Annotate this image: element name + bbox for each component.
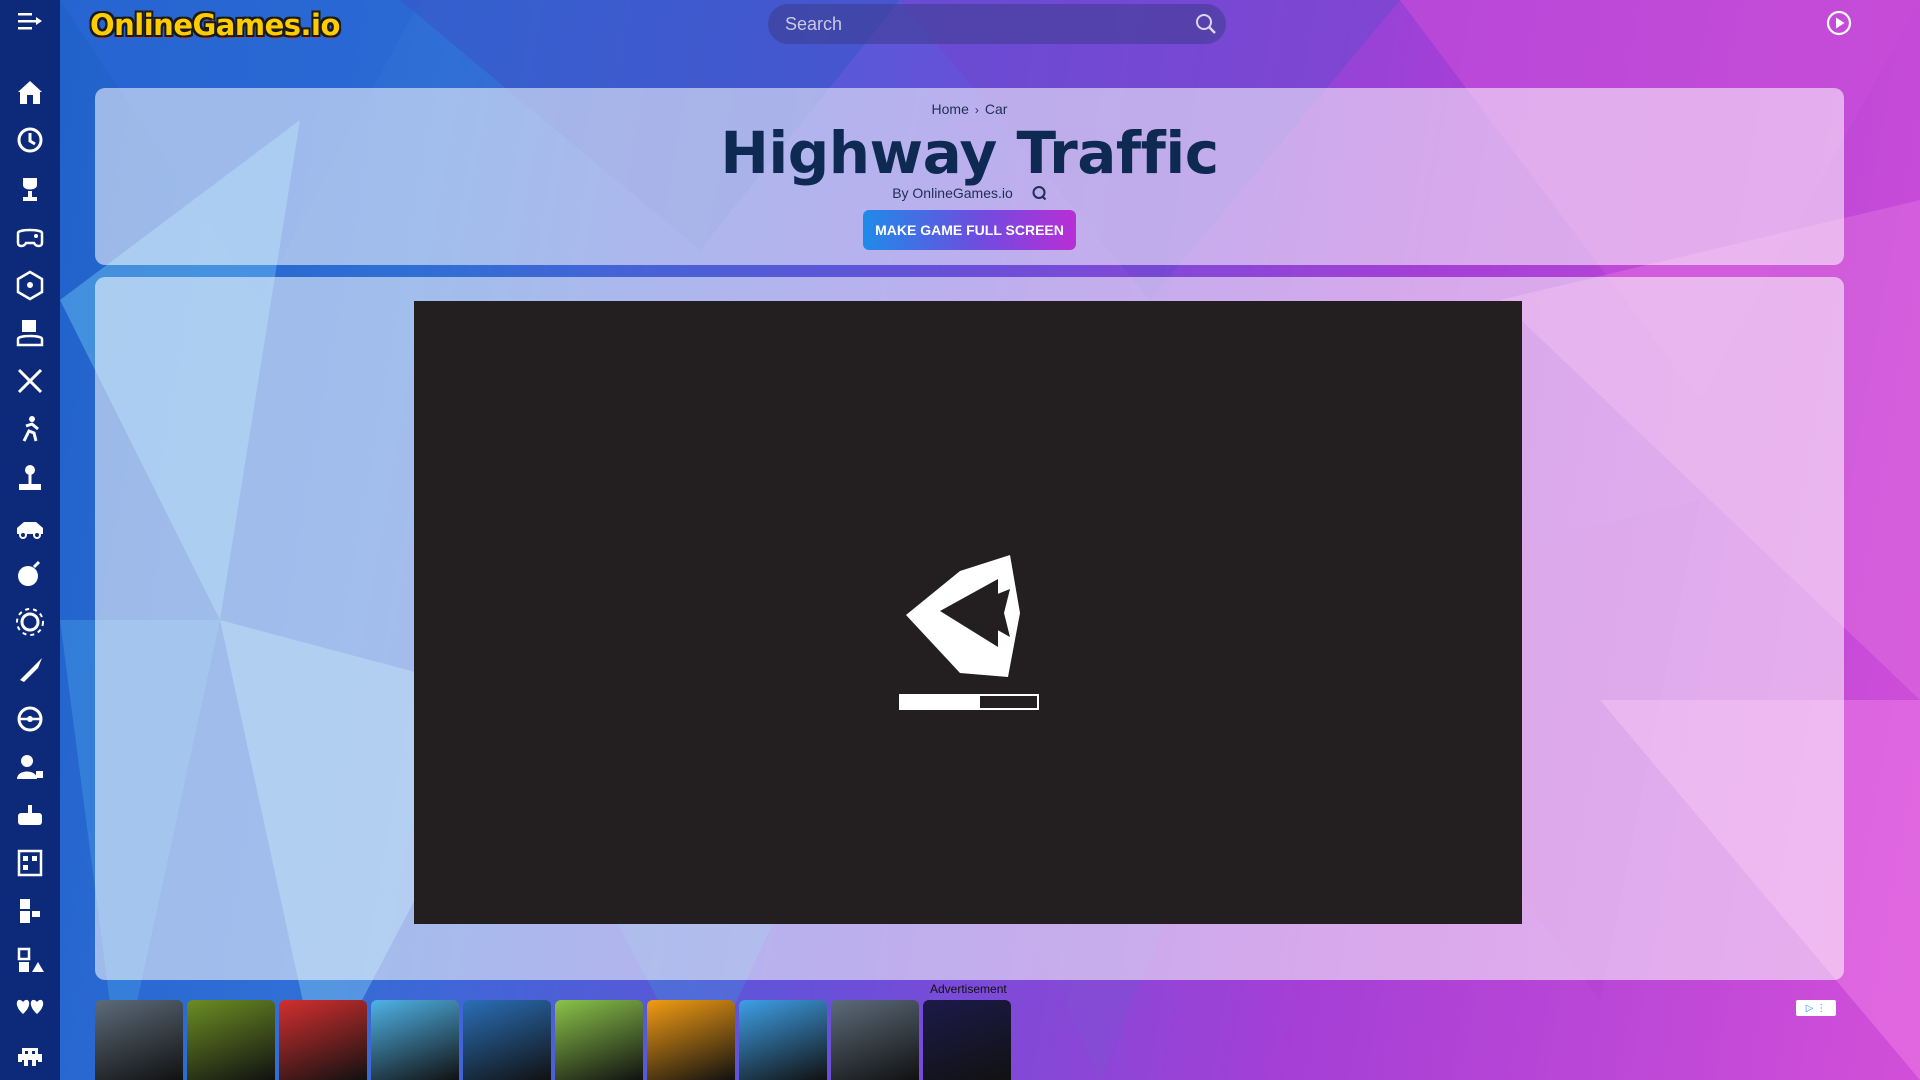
gear-icon <box>16 608 44 637</box>
history-icon <box>17 127 43 153</box>
racing-car-icon <box>17 521 43 539</box>
menu-icon <box>18 13 42 30</box>
search-bar[interactable] <box>768 4 1226 44</box>
tetris-icon <box>20 899 40 924</box>
runner-icon <box>22 416 39 443</box>
sidebar-item-pieces[interactable] <box>0 935 60 983</box>
unity-logo-icon <box>906 555 1020 677</box>
sidebar <box>0 0 60 1080</box>
building-icon <box>17 849 43 877</box>
sidebar-item-racing-car[interactable] <box>0 502 60 550</box>
swords-icon <box>17 369 43 394</box>
search-icon[interactable] <box>1186 13 1226 35</box>
loading-progress-fill <box>901 696 980 708</box>
car-game-2-thumb[interactable] <box>831 1000 919 1080</box>
pool-thumb[interactable] <box>463 1000 551 1080</box>
sidebar-item-building[interactable] <box>0 839 60 887</box>
menu-toggle-button[interactable] <box>0 0 60 43</box>
sidebar-item-multiplayer[interactable] <box>0 309 60 357</box>
ad-game-strip <box>95 1000 1011 1080</box>
temple-run-thumb[interactable] <box>187 1000 275 1080</box>
puzzle-person-icon <box>17 754 43 779</box>
moto-thumb[interactable] <box>647 1000 735 1080</box>
sidebar-item-space-invader[interactable] <box>0 1032 60 1080</box>
breadcrumb-home-link[interactable]: Home <box>932 101 969 117</box>
bomb-icon <box>18 560 41 587</box>
car-game-thumb[interactable] <box>95 1000 183 1080</box>
sidebar-item-hearts[interactable] <box>0 984 60 1032</box>
sidebar-item-swords[interactable] <box>0 357 60 405</box>
ad-choices-icon[interactable]: ▷ ⋮ <box>1796 1000 1836 1016</box>
talking-tom-thumb[interactable] <box>555 1000 643 1080</box>
game-canvas[interactable] <box>414 301 1522 924</box>
comment-icon[interactable] <box>1031 185 1047 201</box>
game-author[interactable]: By OnlineGames.io <box>892 185 1013 201</box>
breadcrumb: Home › Car <box>95 101 1844 117</box>
joystick-icon <box>19 464 41 490</box>
loading-progress-bar <box>899 694 1039 710</box>
fullscreen-button[interactable]: MAKE GAME FULL SCREEN <box>863 210 1076 250</box>
top-bar: OnlineGames.io <box>60 0 1920 50</box>
sidebar-item-tetris[interactable] <box>0 887 60 935</box>
search-input[interactable] <box>768 12 1186 36</box>
gamepad-icon <box>16 228 44 247</box>
sidebar-item-bomb[interactable] <box>0 550 60 598</box>
dice-icon <box>16 270 44 301</box>
sidebar-item-joystick[interactable] <box>0 454 60 502</box>
page-title: Highway Traffic <box>720 119 1219 187</box>
advertisement-label: Advertisement <box>930 982 1007 996</box>
sidebar-item-puzzle-person[interactable] <box>0 743 60 791</box>
steering-wheel-icon <box>17 706 43 732</box>
pieces-icon <box>17 947 44 972</box>
hearts-icon <box>16 999 44 1014</box>
rocket-icon <box>20 658 42 683</box>
site-logo[interactable]: OnlineGames.io <box>84 6 346 44</box>
space-invader-icon <box>18 1047 42 1066</box>
sidebar-item-steering-wheel[interactable] <box>0 694 60 742</box>
sidebar-item-gear[interactable] <box>0 598 60 646</box>
among-us-thumb[interactable] <box>279 1000 367 1080</box>
breadcrumb-category-link[interactable]: Car <box>985 101 1008 117</box>
sidebar-item-history[interactable] <box>0 116 60 164</box>
sidebar-item-rocket[interactable] <box>0 646 60 694</box>
sidebar-item-trophy[interactable] <box>0 164 60 212</box>
sidebar-item-gamepad[interactable] <box>0 213 60 261</box>
sidebar-item-dice[interactable] <box>0 261 60 309</box>
stumble-thumb[interactable] <box>371 1000 459 1080</box>
play-circle-icon[interactable] <box>1826 10 1852 36</box>
controller-icon <box>18 804 42 825</box>
sidebar-item-home[interactable] <box>0 68 60 116</box>
sidebar-item-controller[interactable] <box>0 791 60 839</box>
sidebar-item-runner[interactable] <box>0 405 60 453</box>
tic-tac-toe-thumb[interactable] <box>923 1000 1011 1080</box>
game-card <box>95 277 1844 980</box>
breadcrumb-separator: › <box>974 103 979 117</box>
snake-thumb[interactable] <box>739 1000 827 1080</box>
game-header-card: Home › Car Highway Traffic By OnlineGames.… <box>95 88 1844 265</box>
trophy-icon <box>23 177 37 201</box>
home-icon <box>18 81 42 105</box>
multiplayer-icon <box>16 320 44 347</box>
